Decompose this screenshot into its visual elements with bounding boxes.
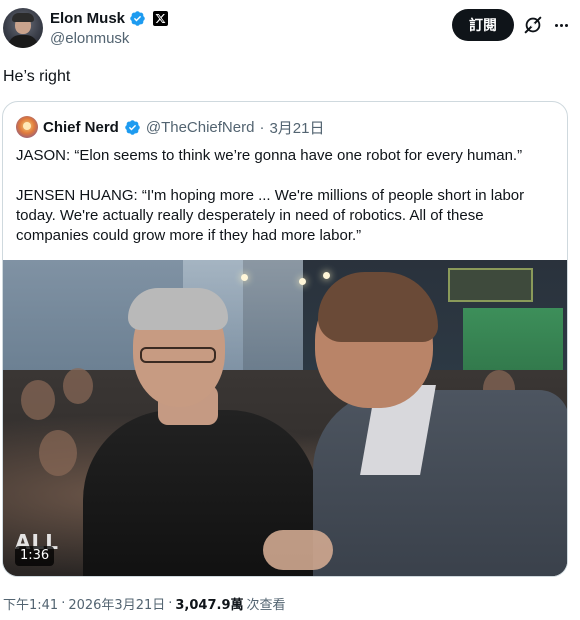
quoted-post-text: JASON: “Elon seems to think we’re gonna … [16,146,556,246]
post-time[interactable]: 下午1:41 [3,594,58,613]
quoted-post-date[interactable]: 3月21日 [269,117,324,138]
meta-separator: · [259,118,265,136]
video-duration-badge: 1:36 [15,546,55,566]
author-display-name[interactable]: Elon Musk [50,10,125,27]
quoted-paragraph-1: JASON: “Elon seems to think we’re gonna … [16,147,523,164]
quoted-author-avatar[interactable] [16,116,38,138]
avatar-hair-shape [12,13,34,22]
speaker-hair [128,288,228,330]
video-player[interactable]: ALL 1:36 [3,260,567,576]
quoted-author-name[interactable]: Chief Nerd [43,119,119,136]
meta-separator: · [168,596,173,611]
views-count[interactable]: 3,047.9萬 [175,594,243,613]
author-avatar[interactable] [3,8,43,48]
interviewer-hand [263,530,333,570]
dot-shape [554,23,558,27]
quoted-author-handle[interactable]: @TheChiefNerd [146,119,255,136]
grok-icon[interactable] [522,14,544,36]
audience-head [39,430,77,476]
author-handle[interactable]: @elonmusk [50,30,129,47]
subscribe-button[interactable]: 訂閱 [452,9,514,41]
verified-badge-icon[interactable] [129,10,146,27]
post-date[interactable]: 2026年3月21日 [68,594,165,613]
stage-light [299,278,306,285]
dot-shape [559,23,563,27]
quoted-paragraph-2: JENSEN HUANG: “I'm hoping more ... We're… [16,187,525,244]
post-header: Elon Musk @elonmusk 訂閱 [0,0,580,60]
post-text: He’s right [3,68,71,85]
more-dots-icon[interactable] [550,14,572,36]
avatar-body-shape [8,35,38,48]
audience-head [21,380,55,420]
quoted-post-header: Chief Nerd @TheChiefNerd · 3月21日 [16,116,324,138]
quoted-post[interactable]: Chief Nerd @TheChiefNerd · 3月21日 JASON: … [2,101,568,577]
author-name-row: Elon Musk [50,8,169,28]
background-sign [448,268,533,302]
interviewer-jacket [313,390,567,576]
interviewer-hair [318,272,438,342]
speaker-glasses [140,347,216,363]
meta-separator: · [61,596,66,611]
stage-light [323,272,330,279]
stage-light [241,274,248,281]
audience-head [63,368,93,404]
x-logo-icon [153,10,169,26]
dot-shape [564,23,568,27]
post-meta: 下午1:41 · 2026年3月21日 · 3,047.9萬 次查看 [3,594,286,613]
views-label: 次查看 [246,598,286,613]
verified-badge-icon [125,119,140,135]
